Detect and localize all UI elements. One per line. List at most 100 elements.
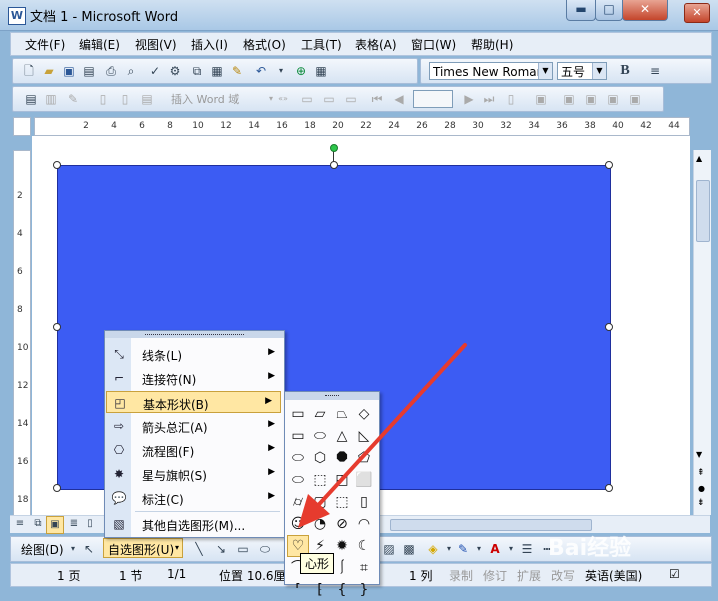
scroll-up-icon[interactable]: ▲ [696,154,702,163]
font-size-dropdown-icon[interactable]: ▼ [592,63,606,79]
align-left-icon[interactable]: ≡ [647,63,663,79]
resize-handle[interactable] [53,161,61,169]
rectangle-tool-icon[interactable]: ▭ [235,541,251,557]
new-document-icon[interactable]: 🗋 [21,63,37,79]
font-size-combo[interactable]: 五号 ▼ [557,62,607,80]
menu-help[interactable]: 帮助(H) [471,36,513,53]
font-name-combo[interactable]: Times New Roman ▼ [429,62,553,80]
fill-color-icon[interactable]: ◈ [425,541,441,557]
word-app-icon[interactable]: W [8,7,26,25]
menu-item-stars-banners[interactable]: ✸ 星与旗帜(S) ▶ [106,463,283,485]
main-document-setup-icon[interactable]: ▤ [23,91,39,107]
menu-item-basic-shapes[interactable]: ◰ 基本形状(B) ▶ [106,391,281,413]
web-layout-icon[interactable]: ⧉ [30,516,46,532]
menu-item-lines[interactable]: ⤡ 线条(L) ▶ [106,343,283,365]
menu-item-callouts[interactable]: 💬 标注(C) ▶ [106,487,283,509]
reading-layout-icon[interactable]: ▯ [82,516,98,532]
basic-shape-button[interactable]: } [353,579,375,601]
print-layout-icon[interactable]: ▣ [46,516,64,534]
basic-shape-button[interactable]: ⎰ [331,557,353,579]
close-button[interactable]: ✕ [622,0,668,21]
scroll-thumb[interactable] [696,180,710,242]
menu-item-block-arrows[interactable]: ⇨ 箭头总汇(A) ▶ [106,415,283,437]
line-tool-icon[interactable]: ╲ [191,541,207,557]
basic-shape-button[interactable]: ☾ [353,535,375,557]
copy-icon[interactable]: ⧉ [189,63,205,79]
menu-view[interactable]: 视图(V) [135,36,177,53]
horizontal-ruler[interactable]: 2 4 6 8 10 12 14 16 18 20 22 24 26 28 30… [34,117,690,136]
oval-tool-icon[interactable]: ⬭ [257,541,273,557]
status-track-changes[interactable]: 修订 [483,567,507,584]
status-extend[interactable]: 扩展 [517,567,541,584]
resize-handle[interactable] [605,484,613,492]
minimize-button[interactable]: ▬ [566,0,596,21]
tables-borders-icon[interactable]: ▦ [313,63,329,79]
previous-page-icon[interactable]: ⇞ [697,468,705,478]
basic-shape-button[interactable]: ⸢ [287,579,309,601]
resize-handle[interactable] [53,484,61,492]
basic-shape-button[interactable]: ⌗ [353,557,375,579]
resize-handle[interactable] [330,161,338,169]
check-errors-icon: ▣ [535,92,547,106]
print-icon[interactable]: ⎙ [103,63,119,79]
menu-edit[interactable]: 编辑(E) [79,36,120,53]
open-folder-icon[interactable]: ▰ [41,63,57,79]
status-overtype[interactable]: 改写 [551,567,575,584]
menu-item-connectors[interactable]: ⌐ 连接符(N) ▶ [106,367,283,389]
next-page-icon[interactable]: ⇟ [697,498,705,508]
font-color-icon[interactable]: A [487,541,503,557]
menu-drag-grip[interactable] [105,331,284,338]
bold-button[interactable]: B [617,63,633,79]
menu-tools[interactable]: 工具(T) [301,36,342,53]
vertical-scrollbar[interactable]: ▲ ▼ ⇞ ● ⇟ [693,150,711,515]
status-record[interactable]: 录制 [449,567,473,584]
arrow-tool-icon[interactable]: ↘ [213,541,229,557]
rotation-handle[interactable] [330,144,338,152]
research-icon[interactable]: ⚙ [167,63,183,79]
menu-file[interactable]: 文件(F) [25,36,65,53]
select-objects-icon[interactable]: ↖ [81,541,97,557]
document-close-button[interactable]: ✕ [684,3,710,23]
menu-window[interactable]: 窗口(W) [411,36,456,53]
permission-icon[interactable]: ▤ [81,63,97,79]
spelling-status-icon[interactable]: ☑ [669,567,680,581]
format-painter-icon[interactable]: ✎ [229,63,245,79]
draw-dropdown-icon[interactable]: ▾ [65,541,81,557]
undo-icon[interactable]: ↶ [253,63,269,79]
line-color-icon[interactable]: ✎ [455,541,471,557]
browse-object-icon[interactable]: ● [698,484,705,493]
normal-view-icon[interactable]: ≡ [12,516,28,532]
font-name-dropdown-icon[interactable]: ▼ [538,63,552,79]
menu-insert[interactable]: 插入(I) [191,36,228,53]
resize-handle[interactable] [53,323,61,331]
paste-icon[interactable]: ▦ [209,63,225,79]
vertical-ruler[interactable]: 2 4 6 8 10 12 14 16 18 [13,150,31,517]
tab-selector[interactable] [13,117,31,136]
ruler-label: 6 [139,121,145,131]
undo-dropdown-icon[interactable]: ▾ [273,63,289,79]
menu-format[interactable]: 格式(O) [243,36,286,53]
hyperlink-icon[interactable]: ⊕ [293,63,309,79]
save-icon[interactable]: ▣ [61,63,77,79]
resize-handle[interactable] [605,323,613,331]
print-preview-icon[interactable]: ⌕ [123,63,139,79]
basic-shape-button[interactable]: ⁅ [309,579,331,601]
spelling-icon[interactable]: ✓ [147,63,163,79]
resize-handle[interactable] [605,161,613,169]
maximize-button[interactable]: □ [595,0,623,21]
menu-item-more-autoshapes[interactable]: ▧ 其他自选图形(M)... [106,513,283,535]
basic-shape-button[interactable]: { [331,579,353,601]
autoshapes-button[interactable]: 自选图形(U) ▾ [103,538,183,558]
line-style-icon[interactable]: ☰ [519,541,535,557]
draw-menu-button[interactable]: 绘图(D) [21,541,64,558]
line-color-dropdown-icon[interactable]: ▾ [471,541,487,557]
insert-picture-icon[interactable]: ▩ [401,541,417,557]
outline-view-icon[interactable]: ≣ [66,516,82,532]
font-color-dropdown-icon[interactable]: ▾ [503,541,519,557]
record-number-input[interactable] [413,90,453,108]
menu-item-flowchart[interactable]: ⎔ 流程图(F) ▶ [106,439,283,461]
menu-table[interactable]: 表格(A) [355,36,397,53]
basic-shape-button[interactable]: ✹ [331,535,353,557]
insert-clipart-icon[interactable]: ▨ [381,541,397,557]
scroll-down-icon[interactable]: ▼ [696,450,702,459]
